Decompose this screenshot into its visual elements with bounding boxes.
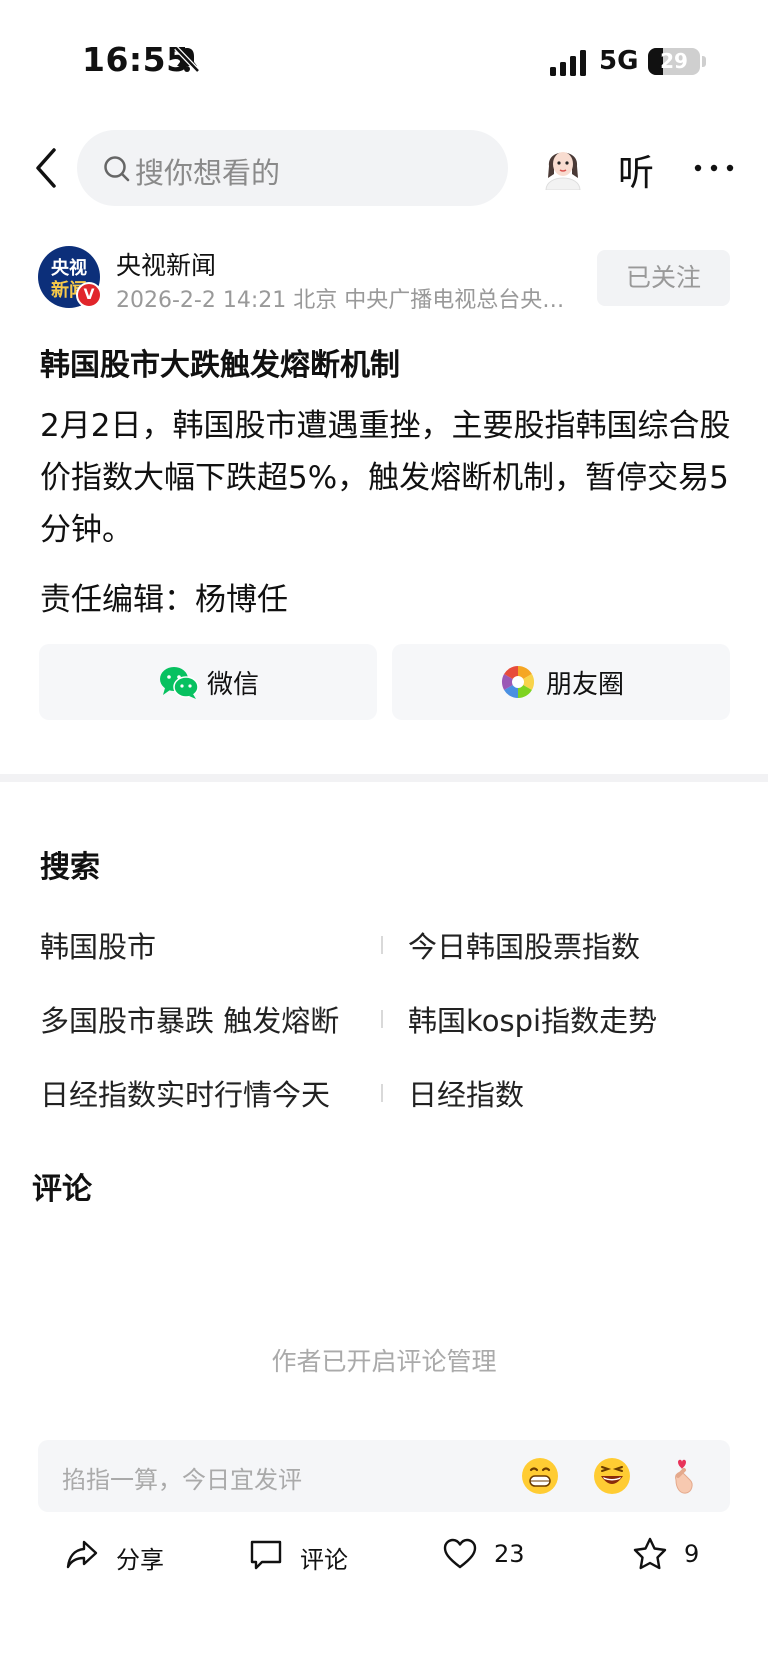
search-section-title: 搜索 <box>40 850 100 885</box>
user-avatar[interactable] <box>540 140 586 190</box>
like-button[interactable]: 23 <box>442 1536 542 1576</box>
share-moments-label: 朋友圈 <box>546 670 625 700</box>
search-icon <box>104 156 130 182</box>
battery-level: 29 <box>660 49 688 73</box>
battery-indicator: 29 <box>648 48 700 75</box>
share-moments-button[interactable]: 朋友圈 <box>392 644 730 720</box>
back-icon[interactable] <box>30 146 64 190</box>
comment-button[interactable]: 评论 <box>248 1536 358 1576</box>
column-separator <box>381 1010 383 1028</box>
comment-icon <box>250 1540 282 1570</box>
status-bar: 16:55 5G 29 <box>0 0 768 110</box>
verified-badge: V <box>76 282 102 308</box>
comment-input[interactable]: 掐指一算，今日宜发评 <box>38 1440 730 1512</box>
follow-button[interactable]: 已关注 <box>597 250 730 306</box>
author-name[interactable]: 央视新闻 <box>116 246 216 282</box>
related-search-item[interactable]: 今日韩国股票指数 <box>408 924 640 966</box>
related-search-item[interactable]: 日经指数实时行情今天 <box>40 1072 330 1114</box>
post-meta: 2026-2-2 14:21 北京 中央广播电视总台央视新闻官方账号 <box>116 288 582 313</box>
finger-heart-emoji-icon[interactable] <box>664 1456 704 1496</box>
moments-icon <box>501 665 535 699</box>
comment-notice: 作者已开启评论管理 <box>271 1347 497 1376</box>
like-count: 23 <box>494 1540 525 1568</box>
heart-icon <box>443 1538 477 1569</box>
star-icon <box>633 1537 667 1570</box>
related-search-item[interactable]: 日经指数 <box>408 1072 524 1114</box>
comments-section-title: 评论 <box>32 1172 92 1207</box>
article-editor: 责任编辑：杨博任 <box>40 582 288 618</box>
signal-icon <box>550 50 586 76</box>
section-divider <box>0 774 768 782</box>
bell-mute-icon <box>174 46 200 73</box>
comment-button-label: 评论 <box>300 1546 348 1574</box>
search-input[interactable]: 搜你想看的 <box>77 130 508 206</box>
related-search-item[interactable]: 韩国kospi指数走势 <box>408 998 657 1040</box>
related-search-item[interactable]: 多国股市暴跌 触发熔断 <box>40 998 339 1040</box>
share-button-label: 分享 <box>116 1546 164 1574</box>
laughing-emoji-icon[interactable] <box>592 1456 632 1496</box>
more-icon[interactable] <box>692 160 736 176</box>
grin-emoji-icon[interactable] <box>520 1456 560 1496</box>
share-button[interactable]: 分享 <box>64 1536 174 1576</box>
battery-tip <box>702 56 706 67</box>
comment-placeholder: 掐指一算，今日宜发评 <box>62 1466 302 1494</box>
share-wechat-button[interactable]: 微信 <box>39 644 377 720</box>
column-separator <box>381 1084 383 1102</box>
network-type: 5G <box>599 46 639 76</box>
related-search-item[interactable]: 韩国股市 <box>40 924 156 966</box>
column-separator <box>381 936 383 954</box>
article-body: 2月2日，韩国股市遭遇重挫，主要股指韩国综合股价指数大幅下跌超5%，触发熔断机制… <box>40 408 731 548</box>
wechat-icon <box>160 667 199 699</box>
favorite-button[interactable]: 9 <box>632 1536 722 1576</box>
favorite-count: 9 <box>684 1540 700 1568</box>
share-icon <box>66 1540 98 1569</box>
search-placeholder: 搜你想看的 <box>135 156 281 190</box>
article-title: 韩国股市大跌触发熔断机制 <box>40 348 400 383</box>
listen-button[interactable]: 听 <box>618 144 654 196</box>
share-wechat-label: 微信 <box>207 670 260 700</box>
